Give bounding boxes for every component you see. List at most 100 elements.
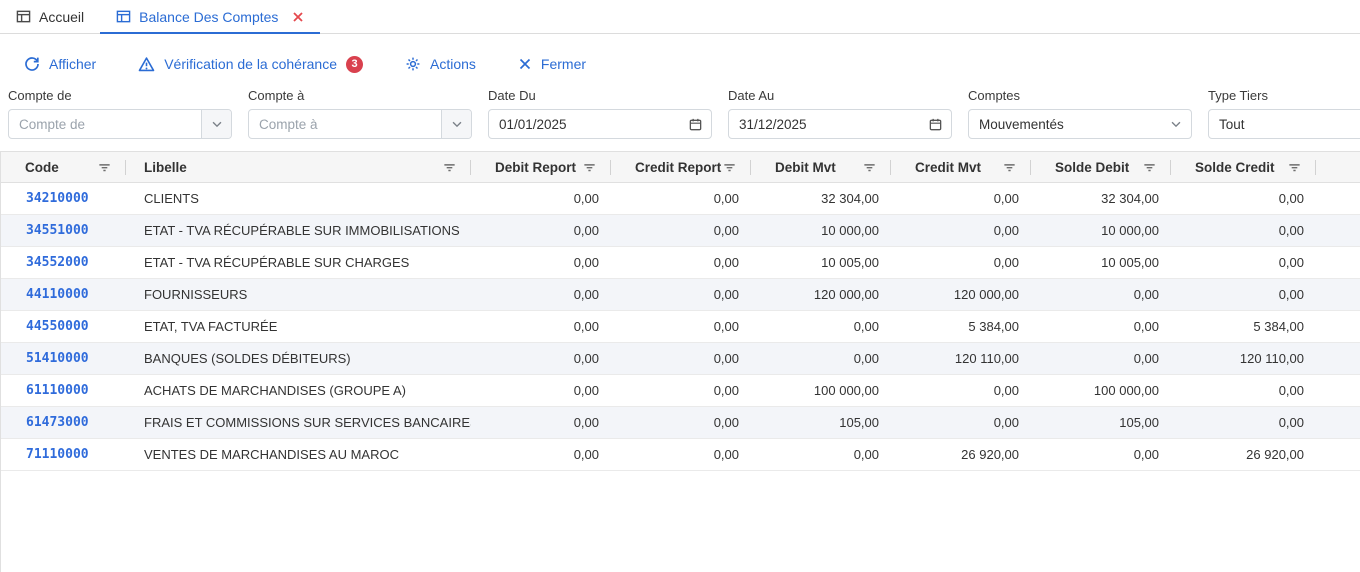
chevron-down-icon[interactable] [201,110,231,138]
filter-icon[interactable] [442,160,457,175]
close-tab-icon[interactable] [292,11,304,23]
filter-icon[interactable] [1142,160,1157,175]
credit-mvt-cell: 0,00 [891,215,1031,246]
libelle-cell: VENTES DE MARCHANDISES AU MAROC [126,439,471,470]
row-filler [1316,311,1360,342]
row-filler [1316,279,1360,310]
code-cell[interactable]: 71110000 [1,439,126,470]
refresh-icon [24,56,40,72]
filter-type-tiers: Type Tiers [1208,87,1360,139]
filter-date-au: Date Au [728,87,952,139]
filter-icon[interactable] [582,160,597,175]
libelle-cell: ETAT - TVA RÉCUPÉRABLE SUR IMMOBILISATIO… [126,215,471,246]
table-row[interactable]: 34551000ETAT - TVA RÉCUPÉRABLE SUR IMMOB… [1,215,1360,247]
libelle-cell: FRAIS ET COMMISSIONS SUR SERVICES BANCAI… [126,407,471,438]
solde-debit-cell: 10 005,00 [1031,247,1171,278]
balance-table: Code Libelle Debit Report Credit Report … [0,151,1360,572]
table-row[interactable]: 44110000FOURNISSEURS0,000,00120 000,0012… [1,279,1360,311]
header-filler [1316,152,1360,182]
type-tiers-label: Type Tiers [1208,87,1360,105]
column-header-credit-mvt[interactable]: Credit Mvt [891,152,1031,182]
table-row[interactable]: 61473000FRAIS ET COMMISSIONS SUR SERVICE… [1,407,1360,439]
filter-icon[interactable] [1002,160,1017,175]
solde-credit-cell: 0,00 [1171,215,1316,246]
tab-accueil[interactable]: Accueil [0,0,100,33]
solde-credit-cell: 0,00 [1171,375,1316,406]
comptes-label: Comptes [968,87,1192,105]
solde-credit-cell: 0,00 [1171,407,1316,438]
debit-mvt-cell: 10 000,00 [751,215,891,246]
code-cell[interactable]: 44550000 [1,311,126,342]
filter-icon[interactable] [97,160,112,175]
column-header-solde-credit[interactable]: Solde Credit [1171,152,1316,182]
column-header-solde-debit[interactable]: Solde Debit [1031,152,1171,182]
code-cell[interactable]: 44110000 [1,279,126,310]
code-cell[interactable]: 51410000 [1,343,126,374]
filter-icon[interactable] [1287,160,1302,175]
actions-label: Actions [430,56,476,72]
table-icon [116,9,131,24]
table-row[interactable]: 71110000VENTES DE MARCHANDISES AU MAROC 0… [1,439,1360,471]
row-filler [1316,343,1360,374]
code-cell[interactable]: 61473000 [1,407,126,438]
credit-mvt-cell: 26 920,00 [891,439,1031,470]
table-row[interactable]: 34210000CLIENTS0,000,0032 304,000,0032 3… [1,183,1360,215]
credit-report-cell: 0,00 [611,247,751,278]
afficher-button[interactable]: Afficher [22,52,98,76]
coherence-count-badge: 3 [346,56,363,73]
filter-icon[interactable] [722,160,737,175]
solde-debit-cell: 0,00 [1031,343,1171,374]
code-cell[interactable]: 34551000 [1,215,126,246]
date-du-input[interactable] [489,110,679,138]
debit-report-cell: 0,00 [471,311,611,342]
verification-coherence-button[interactable]: Vérification de la cohérance 3 [136,52,365,77]
solde-debit-cell: 105,00 [1031,407,1171,438]
row-filler [1316,247,1360,278]
table-row[interactable]: 51410000BANQUES (SOLDES DÉBITEURS)0,000,… [1,343,1360,375]
chevron-down-icon[interactable] [441,110,471,138]
gear-icon [405,56,421,72]
debit-mvt-cell: 32 304,00 [751,183,891,214]
compte-a-input[interactable] [249,110,441,138]
solde-credit-cell: 26 920,00 [1171,439,1316,470]
solde-credit-cell: 5 384,00 [1171,311,1316,342]
column-header-debit-report[interactable]: Debit Report [471,152,611,182]
afficher-label: Afficher [49,56,96,72]
table-row[interactable]: 34552000ETAT - TVA RÉCUPÉRABLE SUR CHARG… [1,247,1360,279]
type-tiers-input[interactable] [1209,110,1360,138]
column-header-credit-report[interactable]: Credit Report [611,152,751,182]
column-header-code[interactable]: Code [1,152,126,182]
column-header-debit-mvt[interactable]: Debit Mvt [751,152,891,182]
credit-mvt-cell: 5 384,00 [891,311,1031,342]
app-window: Accueil Balance Des Comptes Afficher Vér… [0,0,1360,572]
fermer-button[interactable]: Fermer [516,52,588,76]
calendar-icon[interactable] [679,110,711,138]
credit-report-cell: 0,00 [611,279,751,310]
solde-debit-cell: 0,00 [1031,311,1171,342]
code-cell[interactable]: 61110000 [1,375,126,406]
table-row[interactable]: 44550000ETAT, TVA FACTURÉE0,000,000,005 … [1,311,1360,343]
date-au-input[interactable] [729,110,919,138]
table-row[interactable]: 61110000ACHATS DE MARCHANDISES (GROUPE A… [1,375,1360,407]
table-header-row: Code Libelle Debit Report Credit Report … [1,152,1360,183]
code-cell[interactable]: 34210000 [1,183,126,214]
debit-mvt-cell: 0,00 [751,439,891,470]
warning-icon [138,56,155,73]
date-au-picker [728,109,952,139]
credit-report-cell: 0,00 [611,311,751,342]
solde-credit-cell: 0,00 [1171,279,1316,310]
filter-icon[interactable] [862,160,877,175]
debit-report-cell: 0,00 [471,407,611,438]
chevron-down-icon[interactable] [1161,110,1191,138]
calendar-icon[interactable] [919,110,951,138]
comptes-input[interactable] [969,110,1161,138]
column-header-libelle[interactable]: Libelle [126,152,471,182]
compte-de-input[interactable] [9,110,201,138]
actions-button[interactable]: Actions [403,52,478,76]
debit-mvt-cell: 10 005,00 [751,247,891,278]
code-cell[interactable]: 34552000 [1,247,126,278]
type-tiers-select [1208,109,1360,139]
tab-balance-des-comptes[interactable]: Balance Des Comptes [100,0,320,33]
filter-date-du: Date Du [488,87,712,139]
libelle-cell: BANQUES (SOLDES DÉBITEURS) [126,343,471,374]
